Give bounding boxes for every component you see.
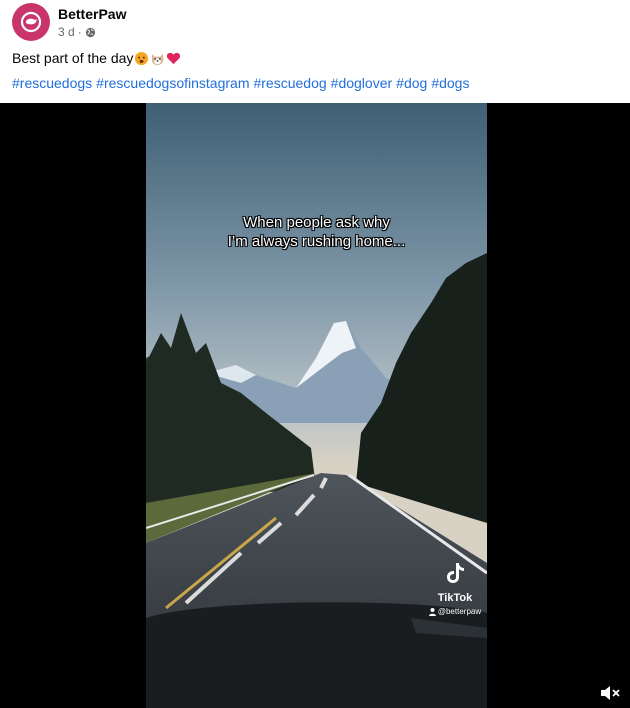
mute-button[interactable] xyxy=(599,682,621,704)
speaker-muted-icon xyxy=(601,686,620,700)
paw-logo-icon xyxy=(20,11,42,33)
author-avatar[interactable] xyxy=(12,3,50,41)
globe-icon xyxy=(85,27,95,37)
hashtag-list: #rescuedogs #rescuedogsofinstagram #rescue… xyxy=(12,75,473,91)
tiktok-handle-row: @betterpaw xyxy=(424,607,486,616)
author-name[interactable]: BetterPaw xyxy=(58,6,126,22)
hashtag-link[interactable]: #rescuedogs xyxy=(12,75,92,91)
tiktok-brand: TikTok xyxy=(437,592,473,604)
tiktok-watermark: TikTok @betterpaw xyxy=(424,561,486,616)
post-time[interactable]: 3 d xyxy=(58,25,75,39)
hashtag-link[interactable]: #doglover xyxy=(331,75,393,91)
meta-separator: · xyxy=(77,25,82,39)
post-header: BetterPaw 3 d · xyxy=(12,3,618,43)
video-frame: When people ask why I’m always rushing h… xyxy=(146,103,487,708)
post-text: Best part of the day xyxy=(12,50,181,66)
hashtag-link[interactable]: #dog xyxy=(396,75,427,91)
tiktok-handle: @betterpaw xyxy=(437,607,482,616)
tiktok-logo-icon xyxy=(447,563,464,583)
road-scene xyxy=(146,103,487,708)
red-heart-emoji-icon xyxy=(167,52,181,64)
video-player[interactable]: When people ask why I’m always rushing h… xyxy=(0,103,630,708)
dog-face-emoji-icon xyxy=(152,53,164,65)
hot-face-emoji-icon xyxy=(135,51,149,65)
caption-line-2: I’m always rushing home... xyxy=(227,233,406,250)
hashtag-link[interactable]: #rescuedog xyxy=(253,75,326,91)
hashtag-link[interactable]: #rescuedogsofinstagram xyxy=(96,75,249,91)
post-meta: 3 d · xyxy=(58,25,96,39)
caption-line-1: When people ask why xyxy=(243,214,390,231)
video-caption: When people ask why I’m always rushing h… xyxy=(146,213,487,251)
post-message: Best part of the day xyxy=(12,50,134,66)
user-icon xyxy=(428,607,436,616)
hashtag-link[interactable]: #dogs xyxy=(431,75,469,91)
